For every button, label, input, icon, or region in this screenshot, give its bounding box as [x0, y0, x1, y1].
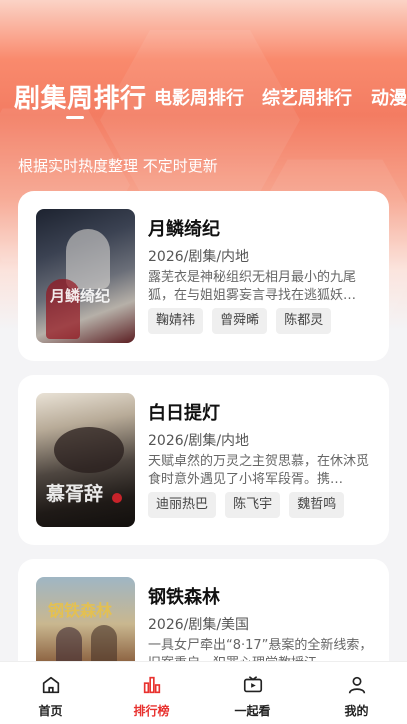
- tabbar-item-home[interactable]: 首页: [0, 662, 101, 724]
- show-title: 白日提灯: [148, 403, 220, 424]
- cast-tag[interactable]: 曾舜晞: [212, 308, 268, 334]
- cast-tag[interactable]: 陈都灵: [276, 308, 332, 334]
- show-meta: 2026/剧集/美国: [148, 617, 250, 633]
- ranking-category-tabs: 剧集周排行 电影周排行 综艺周排行 动漫: [0, 72, 407, 122]
- tabbar-item-mine[interactable]: 我的: [306, 662, 407, 724]
- chart-bars-icon: [143, 676, 160, 694]
- cast-tag[interactable]: 陈飞宇: [225, 492, 281, 518]
- tabbar-label: 我的: [344, 704, 369, 718]
- poster-title-text: 钢铁森林: [48, 601, 113, 620]
- ranking-card[interactable]: 月鳞绮纪 月鳞绮纪 2026/剧集/内地 露芜衣是神秘组织无相月最小的九尾狐，在…: [18, 191, 389, 361]
- cast-tag[interactable]: 鞠婧祎: [148, 308, 204, 334]
- active-tab-indicator: [66, 116, 84, 119]
- cast-tags: 迪丽热巴 陈飞宇 魏哲鸣: [148, 492, 348, 518]
- tabbar-label: 排行榜: [133, 704, 170, 718]
- poster-title-text: 月鳞绮纪: [50, 287, 111, 305]
- cast-tag[interactable]: 迪丽热巴: [148, 492, 217, 518]
- show-title: 月鳞绮纪: [148, 219, 220, 240]
- show-description: 露芜衣是神秘组织无相月最小的九尾狐，在与姐姐雾妄言寻找在逃狐妖…: [148, 270, 357, 303]
- tabbar-item-watch-together[interactable]: 一起看: [202, 662, 303, 724]
- tabbar-label: 一起看: [234, 704, 271, 718]
- person-icon: [348, 676, 365, 694]
- poster-title-text: 慕胥辞: [46, 483, 104, 505]
- bottom-tab-bar: 首页 排行榜 一起看 我的: [0, 661, 407, 724]
- tab-variety-weekly[interactable]: 综艺周排行: [262, 84, 352, 110]
- show-description: 天赋卓然的万灵之主贺思慕，在休沐觅食时意外遇见了小将军段胥。携…: [148, 454, 370, 487]
- show-meta: 2026/剧集/内地: [148, 433, 250, 449]
- tab-drama-weekly[interactable]: 剧集周排行: [14, 78, 147, 115]
- ranking-card[interactable]: 慕胥辞 白日提灯 2026/剧集/内地 天赋卓然的万灵之主贺思慕，在休沐觅食时意…: [18, 375, 389, 545]
- tabbar-item-ranking[interactable]: 排行榜: [101, 662, 202, 724]
- tab-anime-weekly[interactable]: 动漫: [371, 84, 407, 110]
- show-title: 钢铁森林: [148, 587, 220, 608]
- home-icon: [42, 676, 59, 694]
- poster-image[interactable]: 月鳞绮纪: [36, 209, 135, 343]
- cast-tags: 鞠婧祎 曾舜晞 陈都灵: [148, 308, 335, 334]
- cast-tag[interactable]: 魏哲鸣: [289, 492, 345, 518]
- tabbar-label: 首页: [38, 704, 63, 718]
- poster-image[interactable]: 慕胥辞: [36, 393, 135, 527]
- ranking-subtitle: 根据实时热度整理 不定时更新: [18, 157, 218, 175]
- tv-icon: [243, 676, 262, 693]
- tab-movie-weekly[interactable]: 电影周排行: [154, 84, 244, 110]
- show-meta: 2026/剧集/内地: [148, 249, 250, 265]
